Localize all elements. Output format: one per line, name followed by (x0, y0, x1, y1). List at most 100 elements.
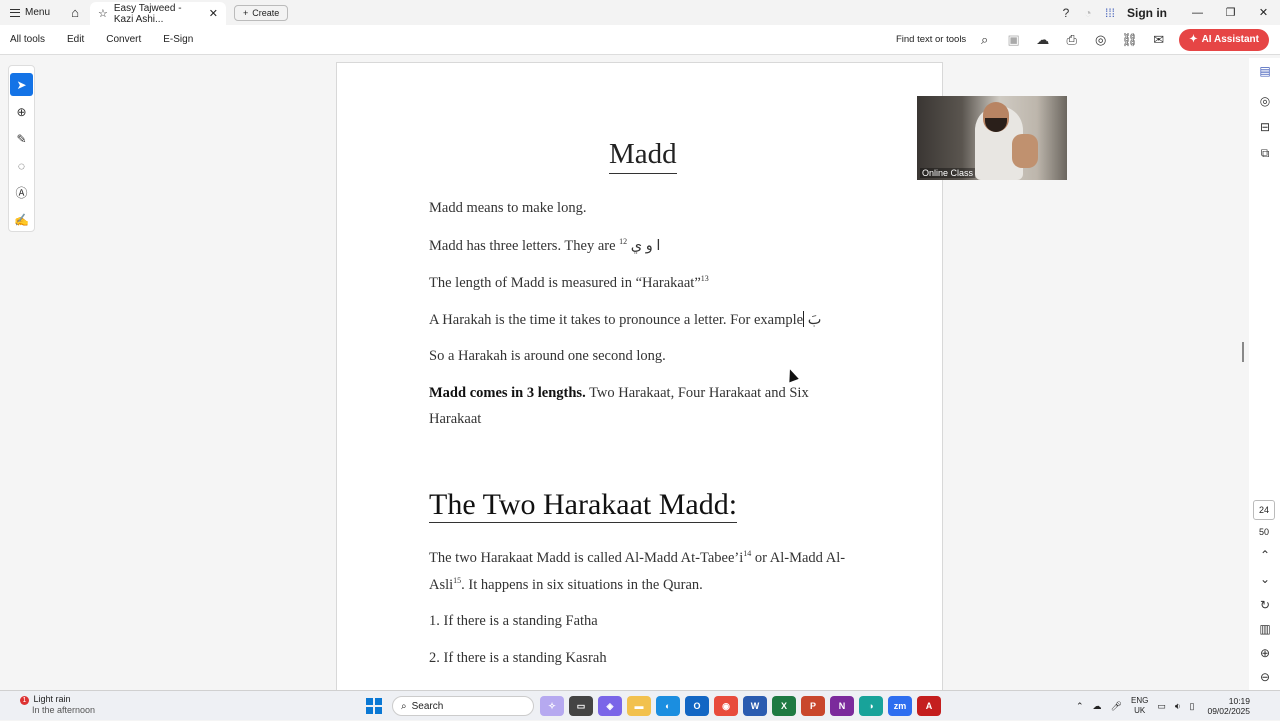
lasso-draw-icon[interactable]: ◌ (10, 154, 33, 177)
hamburger-icon (10, 8, 20, 17)
zoom-icon[interactable]: zm (888, 696, 912, 716)
menu-esign[interactable]: E-Sign (152, 34, 204, 45)
acrobat-icon[interactable]: A (917, 696, 941, 716)
menu-all-tools[interactable]: All tools (0, 34, 56, 45)
arabic-example: بَ (807, 312, 822, 328)
ai-panel-icon[interactable]: ▤ (1257, 64, 1273, 78)
outlook-icon[interactable]: O (685, 696, 709, 716)
system-tray: ⌃ ☁ 🎤︎ ENG UK ▭ 🔉︎ ▯ 10:19 09/02/2025 (1076, 691, 1250, 721)
current-page-input[interactable]: 24 (1253, 500, 1275, 520)
zoom-out-icon[interactable]: ⊖ (1257, 670, 1273, 684)
tray-chevron-icon[interactable]: ⌃ (1076, 701, 1084, 712)
pages-icon[interactable]: ⧉ (1257, 146, 1273, 161)
weather-subtitle: In the afternoon (32, 705, 96, 715)
menu-label: Menu (25, 7, 51, 18)
battery-icon[interactable]: ▯ (1190, 701, 1195, 712)
video-call-overlay[interactable]: Online Class (917, 96, 1067, 180)
home-icon[interactable]: ⌂ (60, 5, 90, 20)
create-button[interactable]: + Create (234, 4, 289, 21)
display-icon[interactable]: ▭ (1157, 701, 1166, 712)
paragraph-7-a: The two Harakaat Madd is called Al-Madd … (429, 549, 744, 566)
plus-icon: + (243, 7, 249, 18)
copilot-app-icon[interactable]: ◈ (598, 696, 622, 716)
refresh-icon[interactable]: ↻ (1257, 598, 1273, 612)
right-rail: ▤ ◎ ⊟ ⧉ ⌃ ⌄ ↻ ▥ ⊕ ⊖ (1249, 58, 1280, 690)
list-item: 2. If there is a standing Kasrah (429, 650, 607, 666)
main-toolbar: All tools Edit Convert E-Sign Find text … (0, 25, 1280, 55)
video-person-hand (1012, 134, 1038, 168)
maximize-icon[interactable]: ❐ (1214, 6, 1247, 19)
bell-icon[interactable]: ◔ (1077, 6, 1099, 20)
signature-icon[interactable]: ✍ (10, 208, 33, 231)
comment-zoom-icon[interactable]: ⊕ (10, 100, 33, 123)
powerpoint-icon[interactable]: P (801, 696, 825, 716)
left-tool-rail: ➤ ⊕ ✎ ◌ Ⓐ ✍ (8, 65, 35, 232)
taskbar-search[interactable]: ⌕ Search (392, 696, 534, 716)
chevron-down-icon[interactable]: ⌄ (1257, 572, 1273, 586)
edge-icon[interactable]: ◐ (656, 696, 680, 716)
clock[interactable]: 10:19 09/02/2025 (1207, 696, 1250, 716)
link-icon[interactable]: ⛓ (1115, 32, 1144, 48)
title-bar: Menu ⌂ ☆ Easy Tajweed - Kazi Ashi... ✕ +… (0, 0, 1280, 25)
language-indicator[interactable]: ENG UK (1131, 696, 1148, 716)
total-pages: 50 (1258, 527, 1269, 537)
ai-assistant-button[interactable]: ✦ AI Assistant (1179, 28, 1269, 51)
menu-button[interactable]: Menu (0, 0, 60, 25)
terminal-icon[interactable]: ▭ (569, 696, 593, 716)
excel-icon[interactable]: X (772, 696, 796, 716)
email-icon[interactable]: ✉ (1144, 32, 1173, 48)
microphone-icon[interactable]: 🎤︎ (1111, 701, 1122, 712)
minimize-icon[interactable]: — (1181, 7, 1214, 19)
page-properties-icon[interactable]: ▥ (1257, 622, 1273, 636)
start-windows-icon[interactable] (366, 698, 382, 714)
search-icon[interactable]: ⌕ (970, 32, 999, 48)
weather-widget[interactable]: 1 Light rain In the afternoon (20, 694, 95, 716)
menu-edit[interactable]: Edit (56, 34, 95, 45)
close-window-icon[interactable]: ✕ (1247, 6, 1280, 19)
search-icon: ⌕ (401, 700, 407, 712)
sign-in-button[interactable]: Sign in (1121, 6, 1181, 20)
pen-highlight-icon[interactable]: ✎ (10, 127, 33, 150)
menu-convert[interactable]: Convert (95, 34, 152, 45)
comment-icon[interactable]: ◎ (1257, 94, 1273, 108)
ai-sparkle-icon: ✦ (1189, 34, 1198, 45)
footnote-ref: 15 (453, 576, 462, 585)
paragraph-5: So a Harakah is around one second long. (429, 348, 666, 364)
zoom-in-icon[interactable]: ⊕ (1257, 646, 1273, 660)
close-tab-icon[interactable]: ✕ (209, 7, 218, 20)
weather-title: Light rain (33, 694, 71, 704)
apps-grid-icon[interactable]: ⁞⁞⁞ (1099, 6, 1121, 20)
save-icon[interactable]: ▣ (999, 32, 1028, 48)
upload-cloud-icon[interactable]: ☁ (1028, 32, 1057, 48)
star-icon[interactable]: ☆ (98, 7, 108, 20)
chrome-icon[interactable]: ◉ (714, 696, 738, 716)
heading-madd: Madd (609, 138, 677, 174)
lang-top: ENG (1130, 696, 1149, 705)
paragraph-4: A Harakah is the time it takes to pronou… (429, 311, 821, 329)
paragraph-6-bold: Madd comes in 3 lengths. (429, 385, 586, 401)
chevron-up-icon[interactable]: ⌃ (1257, 548, 1273, 562)
scrollbar-thumb[interactable] (1242, 342, 1244, 362)
find-tools-input[interactable]: Find text or tools (896, 34, 970, 45)
paragraph-2: Madd has three letters. They are 12 ا و … (429, 237, 660, 255)
paragraph-7: The two Harakaat Madd is called Al-Madd … (429, 549, 845, 567)
paragraph-4-text: A Harakah is the time it takes to pronou… (429, 312, 804, 328)
search-document-icon[interactable]: ◎ (1086, 32, 1115, 48)
print-icon[interactable]: ⎙ (1057, 32, 1086, 48)
browser-icon[interactable]: ◑ (859, 696, 883, 716)
onenote-icon[interactable]: N (830, 696, 854, 716)
volume-icon[interactable]: 🔉︎ (1175, 701, 1181, 712)
file-explorer-icon[interactable]: ▬ (627, 696, 651, 716)
help-icon[interactable]: ? (1055, 6, 1077, 20)
heading-two-harakaat: The Two Harakaat Madd: (429, 488, 738, 523)
text-box-icon[interactable]: Ⓐ (10, 181, 33, 204)
bookmark-icon[interactable]: ⊟ (1257, 120, 1273, 134)
pdf-page: Madd Madd means to make long. Madd has t… (336, 62, 943, 702)
select-cursor-icon[interactable]: ➤ (10, 73, 33, 96)
taskbar-apps: ✧ ▭ ◈ ▬ ◐ O ◉ W X P N ◑ zm A (540, 696, 941, 716)
word-icon[interactable]: W (743, 696, 767, 716)
network-app-icon[interactable]: ☁ (1093, 701, 1102, 712)
paragraph-3-text: The length of Madd is measured in “Harak… (429, 274, 701, 291)
copilot-icon[interactable]: ✧ (540, 696, 564, 716)
document-tab[interactable]: ☆ Easy Tajweed - Kazi Ashi... ✕ (90, 2, 227, 25)
